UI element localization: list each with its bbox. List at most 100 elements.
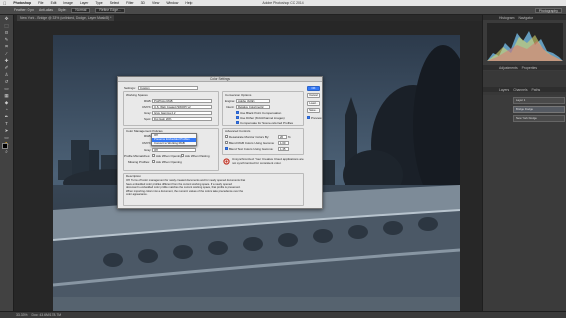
right-panels: Histogram Navigator Adjustments Properti… bbox=[482, 15, 566, 311]
tab-layers[interactable]: Layers bbox=[499, 88, 509, 92]
dither-checkbox[interactable] bbox=[236, 116, 239, 119]
advanced-title: Advanced Controls bbox=[225, 129, 251, 133]
marquee-tool-icon[interactable]: ⬚ bbox=[3, 23, 10, 29]
ask-pasting-label: Ask When Pasting bbox=[185, 154, 210, 158]
tab-paths[interactable]: Paths bbox=[532, 88, 541, 92]
cancel-button[interactable]: Cancel bbox=[307, 93, 320, 98]
tab-channels[interactable]: Channels bbox=[513, 88, 527, 92]
blend-text-checkbox[interactable] bbox=[225, 147, 228, 150]
crop-tool-icon[interactable]: ⌗ bbox=[3, 44, 10, 50]
layer-row[interactable]: Layer 1 bbox=[513, 97, 565, 104]
blend-rgb-label: Blend RGB Colors Using Gamma: bbox=[229, 141, 275, 145]
refine-edge-button[interactable]: Refine Edge... bbox=[95, 7, 125, 13]
status-bar: 33.33% Doc: 43.6M/178.7M bbox=[0, 311, 566, 318]
eraser-tool-icon[interactable]: ▭ bbox=[3, 86, 10, 92]
engine-select[interactable]: Adobe (ACE) bbox=[236, 98, 270, 103]
dither-label: Use Dither (8-bit/channel images) bbox=[240, 116, 285, 120]
settings-label: Settings: bbox=[124, 86, 136, 90]
options-bar: Feather: 0 px Anti-alias Style: Normal R… bbox=[0, 6, 566, 15]
window-title: Adobe Photoshop CC 2014 bbox=[262, 1, 304, 5]
bpc-label: Use Black Point Compensation bbox=[240, 111, 282, 115]
working-spaces-title: Working Spaces bbox=[126, 93, 148, 97]
path-select-icon[interactable]: ➤ bbox=[3, 128, 10, 134]
missing-ask-label: Ask When Opening bbox=[156, 160, 182, 164]
style-select[interactable]: Normal bbox=[71, 7, 91, 13]
history-brush-icon[interactable]: ↺ bbox=[3, 79, 10, 85]
intent-select[interactable]: Relative Colorimetric bbox=[236, 104, 270, 109]
preview-checkbox[interactable] bbox=[307, 116, 310, 119]
pen-tool-icon[interactable]: ✒ bbox=[3, 114, 10, 120]
histogram-graph bbox=[487, 23, 563, 61]
gray-working-space-select[interactable]: Gray Gamma 2.2 bbox=[152, 110, 212, 115]
zoom-level[interactable]: 33.33% bbox=[16, 313, 28, 317]
creative-cloud-sync-icon bbox=[223, 158, 230, 165]
cmyk-label: CMYK: bbox=[142, 105, 152, 109]
eyedropper-icon[interactable]: ⁄ bbox=[3, 51, 10, 57]
quick-select-icon[interactable]: ✎ bbox=[3, 37, 10, 43]
tab-adjustments[interactable]: Adjustments bbox=[499, 66, 518, 70]
policy-rgb-dropdown[interactable]: Off Preserve Embedded Profiles Convert t… bbox=[151, 133, 197, 146]
policy-gray-select[interactable]: Off bbox=[152, 147, 196, 152]
tab-navigator[interactable]: Navigator bbox=[518, 16, 533, 20]
sync-message: Unsynchronized: Your Creative Cloud appl… bbox=[232, 157, 304, 165]
bpc-checkbox[interactable] bbox=[236, 111, 239, 114]
tools-panel: ✥ ⬚ ʘ ✎ ⌗ ⁄ ✚ ✐ ♙ ↺ ▭ ▦ ◆ ◔ ✒ T ➤ ▭ ✋ ⌕ bbox=[0, 15, 14, 311]
dropdown-option[interactable]: Convert to Working RGB bbox=[152, 141, 196, 146]
brush-tool-icon[interactable]: ✐ bbox=[3, 65, 10, 71]
cmyk-working-space-select[interactable]: U.S. Web Coated (SWOP) v2 bbox=[152, 104, 212, 109]
policy-gray-label: Gray: bbox=[144, 148, 152, 152]
layer-row[interactable]: Bridge Dodge bbox=[513, 106, 565, 113]
dodge-tool-icon[interactable]: ◔ bbox=[3, 107, 10, 113]
blend-text-input[interactable]: 1.45 bbox=[278, 146, 289, 151]
healing-brush-icon[interactable]: ✚ bbox=[3, 58, 10, 64]
desaturate-input[interactable]: 20 bbox=[278, 134, 287, 139]
layer-row[interactable]: New York Dodge bbox=[513, 115, 565, 122]
description-text: Off: Turns off color management for newl… bbox=[126, 179, 246, 196]
dialog-title: Color Settings bbox=[118, 77, 322, 82]
layers-panel-tabs: Layers Channels Paths bbox=[483, 87, 566, 92]
shape-tool-icon[interactable]: ▭ bbox=[3, 135, 10, 141]
desaturate-checkbox[interactable] bbox=[225, 135, 228, 138]
blend-rgb-input[interactable]: 1.00 bbox=[278, 140, 289, 145]
description-title: Description bbox=[126, 174, 142, 178]
ok-button[interactable]: OK bbox=[307, 86, 320, 91]
gray-label: Gray: bbox=[144, 111, 152, 115]
move-tool-icon[interactable]: ✥ bbox=[3, 16, 10, 22]
blend-text-label: Blend Text Colors Using Gamma: bbox=[229, 147, 274, 151]
stamp-tool-icon[interactable]: ♙ bbox=[3, 72, 10, 78]
doc-size: Doc: 43.6M/178.7M bbox=[31, 313, 62, 317]
lasso-tool-icon[interactable]: ʘ bbox=[3, 30, 10, 36]
settings-select[interactable]: Custom bbox=[138, 85, 198, 90]
missing-ask-checkbox[interactable] bbox=[152, 160, 155, 163]
preview-label: Preview bbox=[311, 116, 322, 120]
desaturate-unit: % bbox=[288, 135, 291, 139]
blur-tool-icon[interactable]: ◆ bbox=[3, 100, 10, 106]
gradient-tool-icon[interactable]: ▦ bbox=[3, 93, 10, 99]
color-settings-dialog: Color Settings Settings: Custom Working … bbox=[117, 76, 323, 209]
rgb-label: RGB: bbox=[144, 99, 152, 103]
ask-opening-label: Ask When Opening bbox=[156, 154, 182, 158]
spot-working-space-select[interactable]: Dot Gain 20% bbox=[152, 116, 212, 121]
zoom-tool-icon[interactable]: ⌕ bbox=[3, 149, 10, 155]
load-button[interactable]: Load... bbox=[307, 101, 320, 106]
anti-alias-checkbox[interactable]: Anti-alias bbox=[39, 8, 53, 12]
missing-label: Missing Profiles: bbox=[128, 160, 150, 164]
histogram-panel-tabs: Histogram Navigator bbox=[483, 15, 566, 20]
compensate-label: Compensate for Scene-referred Profiles bbox=[240, 121, 294, 125]
type-tool-icon[interactable]: T bbox=[3, 121, 10, 127]
feather-field[interactable]: Feather: 0 px bbox=[14, 8, 34, 12]
ask-pasting-checkbox[interactable] bbox=[181, 154, 184, 157]
blend-rgb-checkbox[interactable] bbox=[225, 141, 228, 144]
workspace-select[interactable]: Photography bbox=[534, 8, 562, 13]
tab-histogram[interactable]: Histogram bbox=[499, 16, 514, 20]
foreground-color-swatch[interactable] bbox=[2, 143, 8, 149]
intent-label: Intent: bbox=[226, 105, 235, 109]
style-label: Style: bbox=[57, 8, 67, 12]
desaturate-label: Desaturate Monitor Colors By: bbox=[229, 135, 270, 139]
rgb-working-space-select[interactable]: ProPhoto RGB bbox=[152, 98, 212, 103]
tab-properties[interactable]: Properties bbox=[522, 66, 537, 70]
compensate-checkbox[interactable] bbox=[236, 121, 239, 124]
ask-opening-checkbox[interactable] bbox=[152, 154, 155, 157]
mismatch-label: Profile Mismatches: bbox=[124, 154, 151, 158]
save-button[interactable]: Save... bbox=[307, 108, 320, 113]
